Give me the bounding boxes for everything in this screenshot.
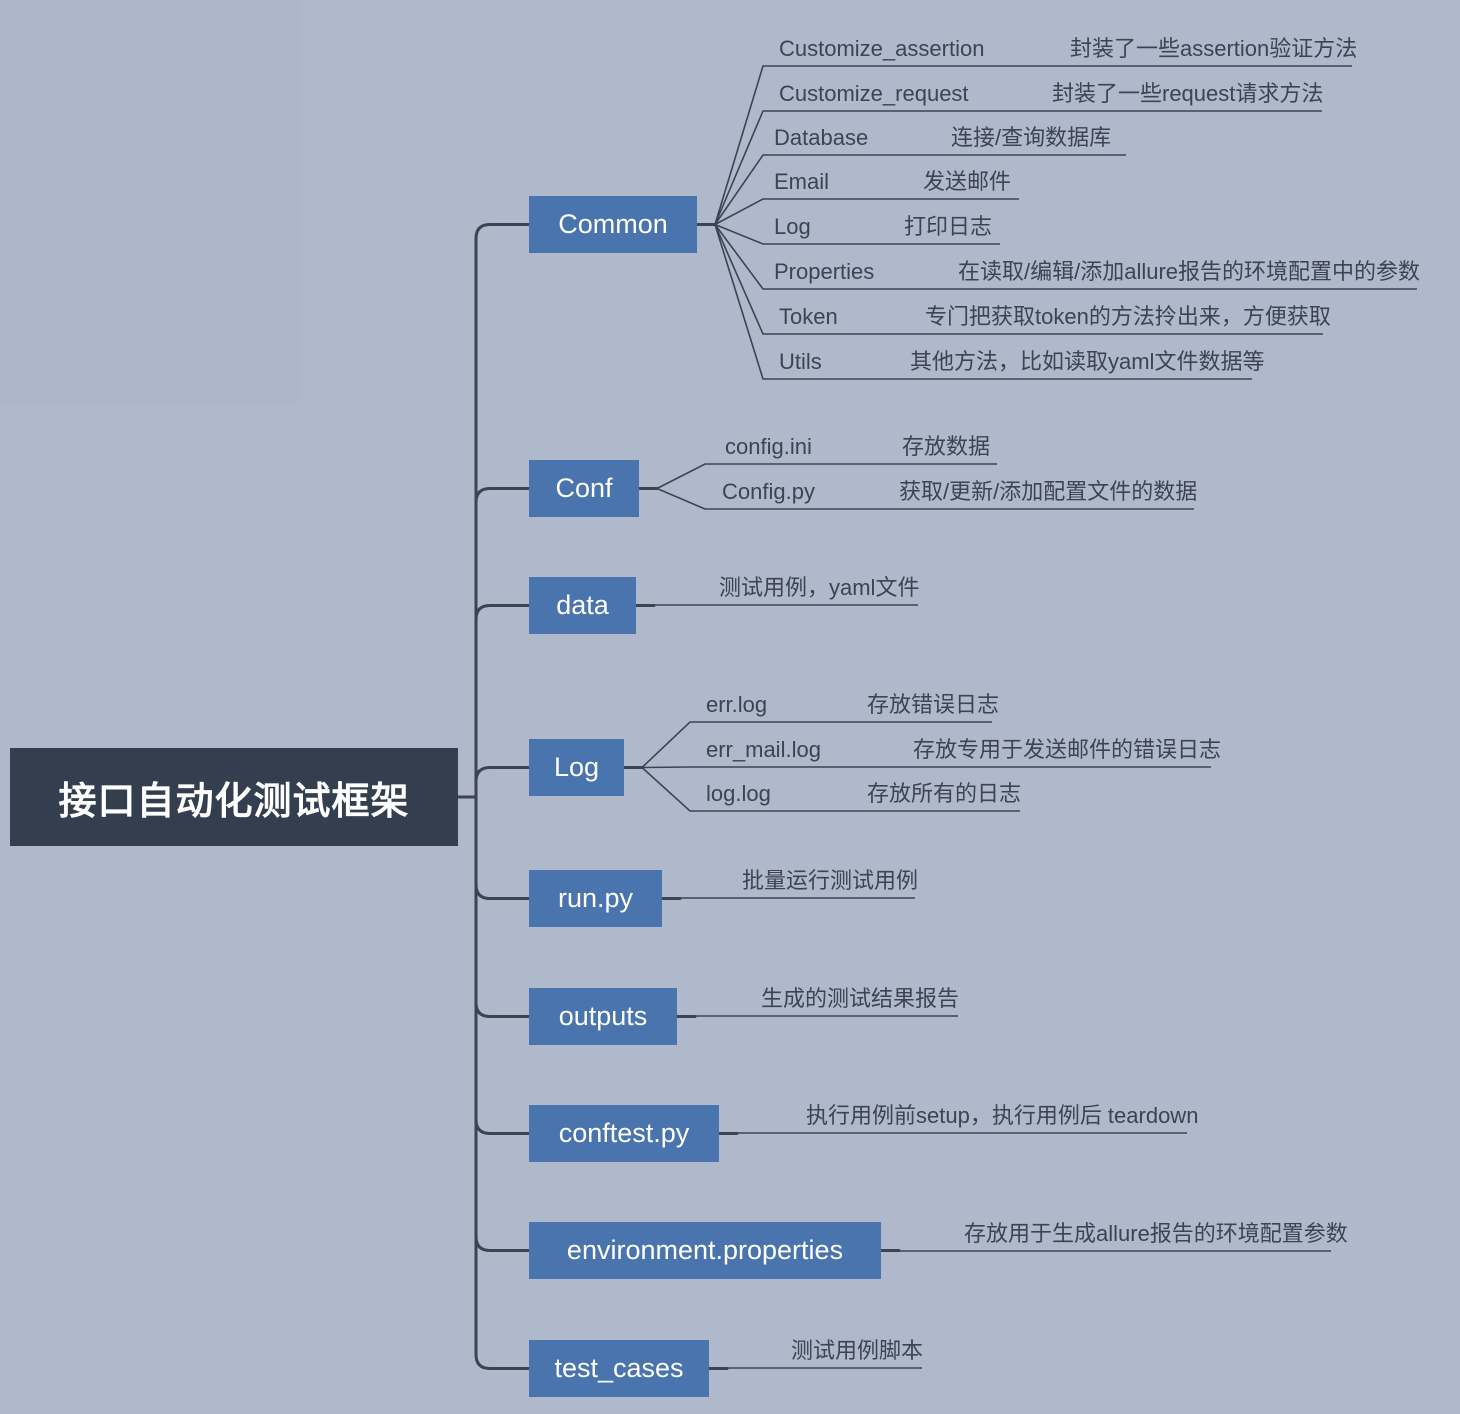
leaf-label: log.log [706,781,771,806]
branch-node-label: outputs [558,1001,648,1031]
branch-node-common[interactable]: Common [529,196,697,253]
leaf-description: 测试用例脚本 [791,1338,924,1363]
branch-node-label: Conf [555,473,613,503]
mindmap-canvas: 接口自动化测试框架 Common Conf data Log run.py outputs… [0,0,1460,1414]
branch-node-envprops[interactable]: environment.properties [529,1222,881,1279]
root-node-label: 接口自动化测试框架 [58,780,410,823]
leaf-description: 存放专用于发送邮件的错误日志 [913,737,1222,762]
leaf-description: 在读取/编辑/添加allure报告的环境配置中的参数 [958,259,1421,284]
leaf-description: 其他方法，比如读取yaml文件数据等 [910,349,1265,374]
leaf-description: 发送邮件 [923,169,1012,194]
branch-node-testcases[interactable]: test_cases [529,1340,709,1397]
branch-node-label: Log [553,752,600,782]
branch-node-outputs[interactable]: outputs [529,988,677,1045]
leaf-label: Customize_request [779,81,969,106]
leaf-description: 存放数据 [902,434,991,459]
branch-node-conf[interactable]: Conf [529,460,639,517]
branch-node-label: test_cases [554,1353,684,1383]
root-node[interactable]: 接口自动化测试框架 [10,748,458,846]
leaf-label: Customize_assertion [779,36,985,61]
branch-node-label: run.py [557,883,634,913]
leaf-description: 连接/查询数据库 [951,125,1112,150]
leaf-description: 执行用例前setup，执行用例后 teardown [806,1103,1199,1128]
branch-node-data[interactable]: data [529,577,636,634]
leaf-description: 测试用例，yaml文件 [719,575,920,600]
branch-node-runpy[interactable]: run.py [529,870,662,927]
branch-node-label: data [556,590,609,620]
branch-node-log[interactable]: Log [529,739,624,796]
branch-node-conftestpy[interactable]: conftest.py [529,1105,719,1162]
leaf-description: 封装了一些request请求方法 [1052,81,1324,106]
leaf-description: 专门把获取token的方法拎出来，方便获取 [925,304,1331,329]
leaf-label: Database [774,125,869,150]
leaf-label: Utils [779,349,822,374]
leaf-description: 获取/更新/添加配置文件的数据 [899,479,1198,504]
leaf-label: Config.py [722,479,815,504]
leaf-description: 存放用于生成allure报告的环境配置参数 [964,1221,1348,1246]
leaf-description: 存放所有的日志 [867,781,1022,806]
branch-node-label: environment.properties [566,1235,844,1265]
branch-node-label: Common [558,209,668,239]
leaf-description: 存放错误日志 [867,692,1000,717]
leaf-label: Log [774,214,811,239]
leaf-description: 打印日志 [904,214,993,239]
leaf-description: 批量运行测试用例 [742,868,919,893]
leaf-label: config.ini [725,434,812,459]
leaf-label: err.log [706,692,768,717]
leaf-label: Email [774,169,830,194]
leaf-label: Token [779,304,838,329]
leaf-description: 生成的测试结果报告 [761,986,960,1011]
background-tone-left [0,0,302,406]
leaf-label: err_mail.log [706,737,821,762]
leaf-label: Properties [774,259,875,284]
leaf-description: 封装了一些assertion验证方法 [1070,36,1358,61]
branch-node-label: conftest.py [558,1118,690,1148]
